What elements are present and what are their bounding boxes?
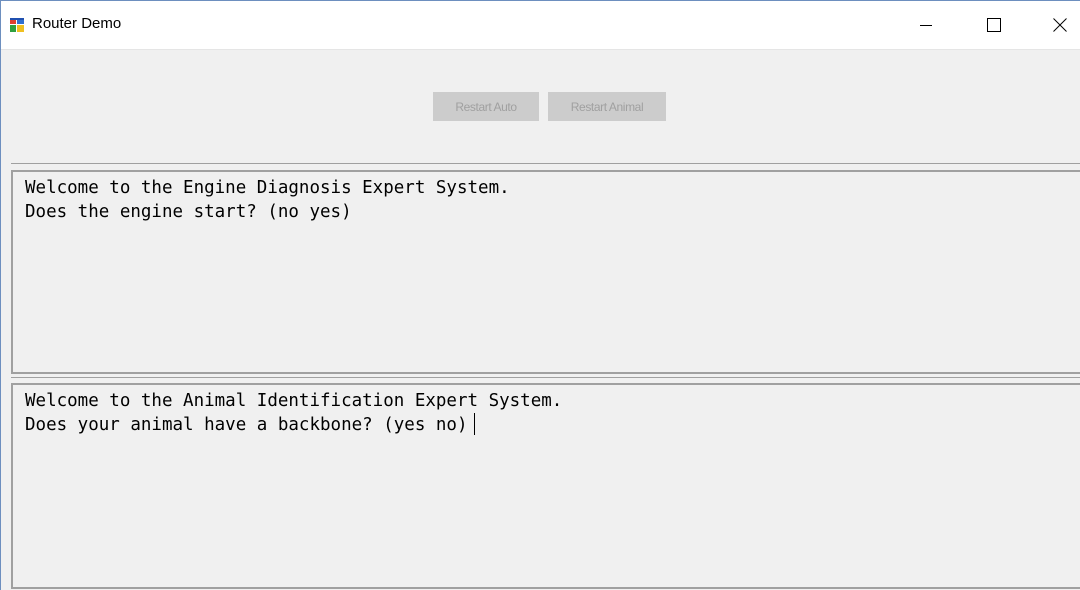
app-window: Router Demo Restart Auto Restart Animal … [0,0,1080,590]
maximize-button[interactable] [971,1,1017,49]
title-bar[interactable]: Router Demo [1,1,1080,50]
panel-divider [11,163,1080,164]
minimize-button[interactable] [903,1,949,49]
close-button[interactable] [1037,1,1080,49]
restart-auto-button[interactable]: Restart Auto [433,92,539,121]
animal-console-line: Welcome to the Animal Identification Exp… [25,391,563,411]
animal-console[interactable]: Welcome to the Animal Identification Exp… [11,383,1080,589]
animal-console-prompt-line: Does your animal have a backbone? (yes n… [25,413,1080,437]
restart-animal-button[interactable]: Restart Animal [548,92,666,121]
splitter-divider[interactable] [11,377,1080,378]
window-title: Router Demo [32,15,122,32]
animal-console-line: Does your animal have a backbone? (yes n… [25,415,468,435]
auto-console[interactable]: Welcome to the Engine Diagnosis Expert S… [11,170,1080,374]
auto-console-line: Does the engine start? (no yes) [25,202,352,222]
maximize-icon [987,18,1001,32]
close-icon [1053,18,1067,32]
winforms-app-icon [9,17,25,33]
toolbar-panel: Restart Auto Restart Animal [1,50,1080,162]
minimize-icon [920,25,932,26]
auto-console-line: Welcome to the Engine Diagnosis Expert S… [25,178,510,198]
text-caret [473,413,475,435]
